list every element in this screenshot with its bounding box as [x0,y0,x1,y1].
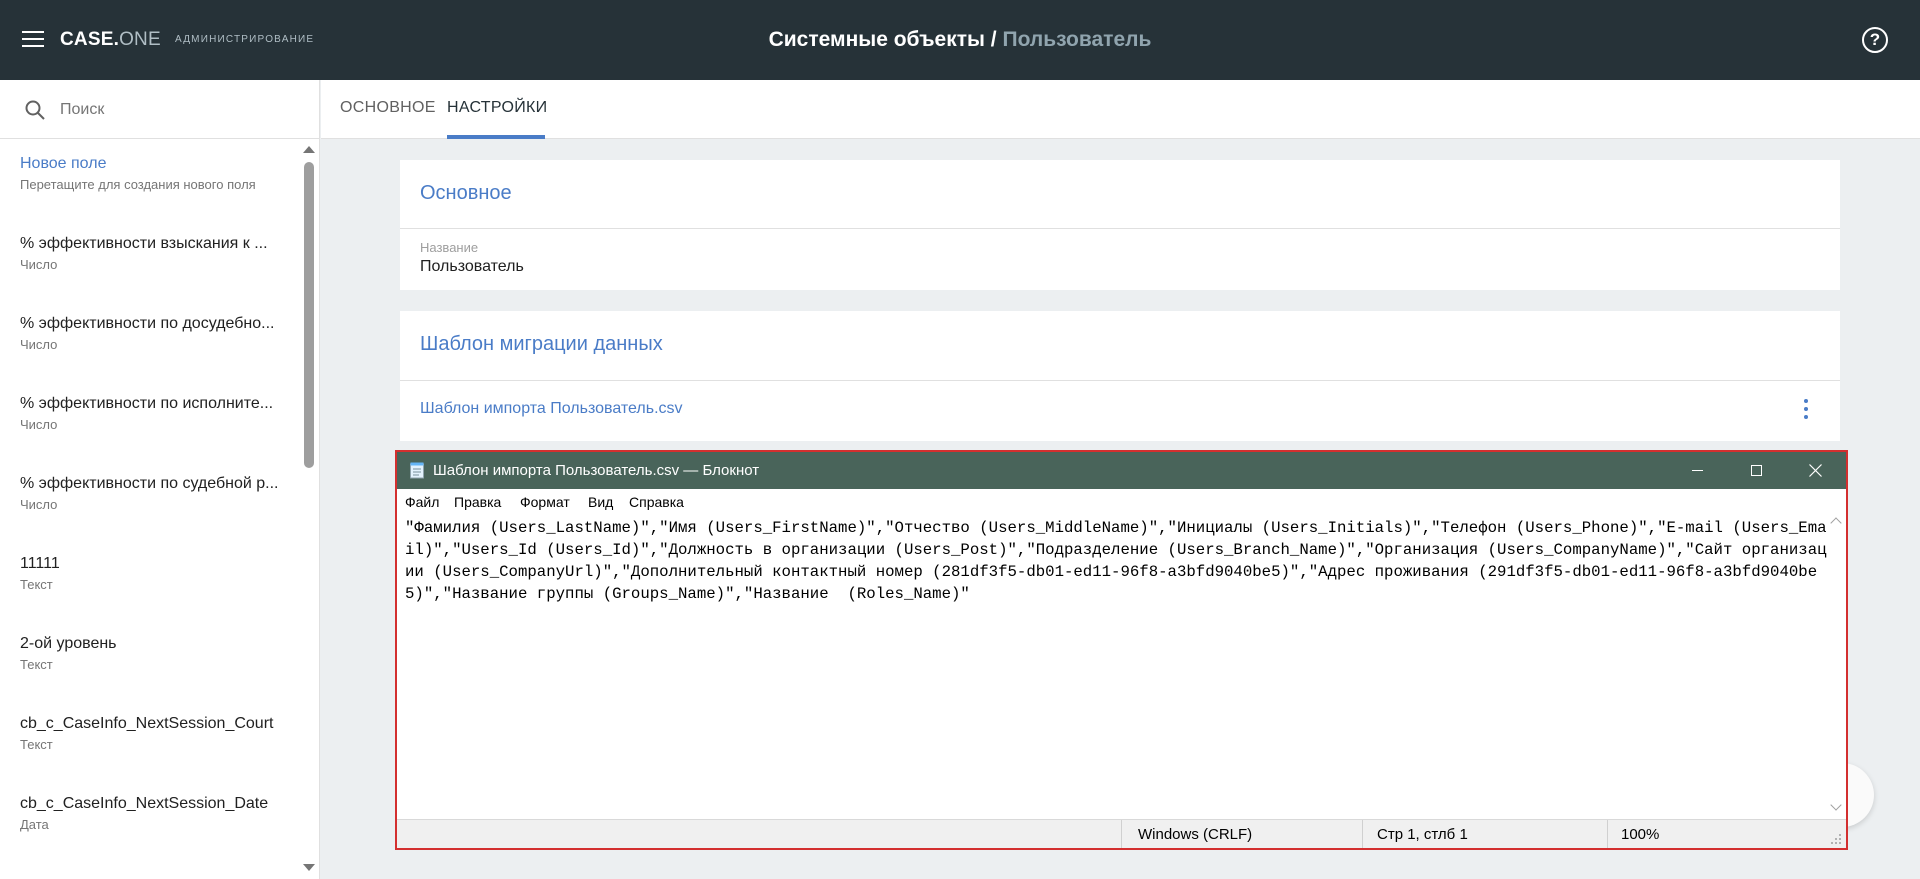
field-name: % эффективности по исполните... [20,395,274,412]
minimize-icon [1692,470,1703,471]
scroll-up-arrow-icon[interactable] [1830,517,1842,529]
minimize-button[interactable] [1668,452,1727,489]
search-bar [0,80,319,139]
divider [400,380,1840,381]
field-name: cb_c_CaseInfo_NextSession_Court [20,715,274,732]
tab-settings[interactable]: НАСТРОЙКИ [447,99,547,117]
field-item[interactable]: % эффективности взыскания к ... Число [0,220,300,300]
resize-grip-icon[interactable] [1830,833,1842,845]
menu-edit[interactable]: Правка [454,494,501,510]
status-zoom: 100% [1621,826,1660,843]
migration-card-title: Шаблон миграции данных [420,333,663,355]
field-list: Новое поле Перетащите для создания новог… [0,140,300,879]
help-icon[interactable]: ? [1862,27,1888,53]
page-title-main: Системные объекты / [768,28,997,51]
status-line-ending: Windows (CRLF) [1138,826,1253,843]
search-input[interactable] [60,98,300,122]
template-file-link[interactable]: Шаблон импорта Пользователь.csv [420,400,683,418]
notepad-text-area[interactable]: "Фамилия (Users_LastName)","Имя (Users_F… [397,513,1828,819]
field-name: Новое поле [20,155,107,172]
field-item[interactable]: cb_c_CaseInfo_NextSession_Date Дата [0,780,300,860]
field-name: 2-ой уровень [20,635,117,652]
active-tab-indicator [447,135,545,139]
field-type: Перетащите для создания нового поля [20,177,256,192]
maximize-icon [1751,465,1762,476]
menu-view[interactable]: Вид [588,494,613,510]
field-item[interactable]: % эффективности по судебной р... Число [0,460,300,540]
notepad-title: Шаблон импорта Пользователь.csv — Блокно… [433,462,760,479]
tab-bar: ОСНОВНОЕ НАСТРОЙКИ [321,80,1920,139]
fields-sidebar: Новое поле Перетащите для создания новог… [0,80,320,879]
scroll-down-arrow-icon[interactable] [303,864,315,871]
field-item[interactable]: 2-ой уровень Текст [0,620,300,700]
notepad-titlebar[interactable]: Шаблон импорта Пользователь.csv — Блокно… [397,452,1846,489]
status-cursor-position: Стр 1, стлб 1 [1377,826,1468,843]
divider [400,228,1840,229]
basic-card-title: Основное [420,182,512,204]
scroll-down-arrow-icon[interactable] [1830,799,1842,811]
field-item[interactable]: cb_c_CaseInfo_NextSession_Court Текст [0,700,300,780]
migration-card: Шаблон миграции данных Шаблон импорта По… [400,311,1840,441]
field-type: Число [20,337,58,352]
maximize-button[interactable] [1727,452,1786,489]
field-name: % эффективности по досудебно... [20,315,275,332]
status-separator [1362,820,1363,848]
scroll-up-arrow-icon[interactable] [303,146,315,153]
tab-basic[interactable]: ОСНОВНОЕ [340,99,436,117]
notepad-menubar: Файл Правка Формат Вид Справка [397,489,1846,513]
field-type: Число [20,417,58,432]
menu-file[interactable]: Файл [405,494,439,510]
close-button[interactable] [1786,452,1845,489]
field-item[interactable]: % эффективности по досудебно... Число [0,300,300,380]
search-icon [25,100,45,120]
status-separator [1121,820,1122,848]
notepad-icon [410,462,424,479]
sidebar-scrollbar[interactable] [301,140,317,879]
field-type: Текст [20,577,53,592]
notepad-statusbar: Windows (CRLF) Стр 1, стлб 1 100% [397,819,1846,848]
field-name: 11111 [20,555,60,572]
field-type: Текст [20,737,53,752]
new-field-item[interactable]: Новое поле Перетащите для создания новог… [0,140,300,220]
field-item[interactable]: 11111 Текст [0,540,300,620]
scroll-thumb[interactable] [304,162,314,468]
field-name: % эффективности по судебной р... [20,475,279,492]
page-title-object: Пользователь [1002,28,1152,51]
field-type: Число [20,257,58,272]
more-options-icon[interactable] [1802,399,1810,421]
basic-card: Основное Название Пользователь [400,160,1840,290]
field-type: Текст [20,657,53,672]
field-type: Дата [20,817,49,832]
field-item[interactable]: % эффективности по исполните... Число [0,380,300,460]
app-header: CASE.ONE АДМИНИСТРИРОВАНИЕ Системные объ… [0,0,1920,80]
name-field[interactable]: Пользователь [420,258,524,276]
notepad-window: Шаблон импорта Пользователь.csv — Блокно… [395,450,1848,850]
menu-help[interactable]: Справка [629,494,684,510]
menu-format[interactable]: Формат [520,494,570,510]
status-separator [1607,820,1608,848]
field-name: % эффективности взыскания к ... [20,235,268,252]
field-type: Число [20,497,58,512]
name-label: Название [420,240,479,255]
page-title: Системные объекты / Пользователь [0,28,1920,52]
close-icon [1809,464,1822,477]
notepad-scrollbar[interactable] [1828,513,1846,819]
field-name: cb_c_CaseInfo_NextSession_Date [20,795,269,812]
